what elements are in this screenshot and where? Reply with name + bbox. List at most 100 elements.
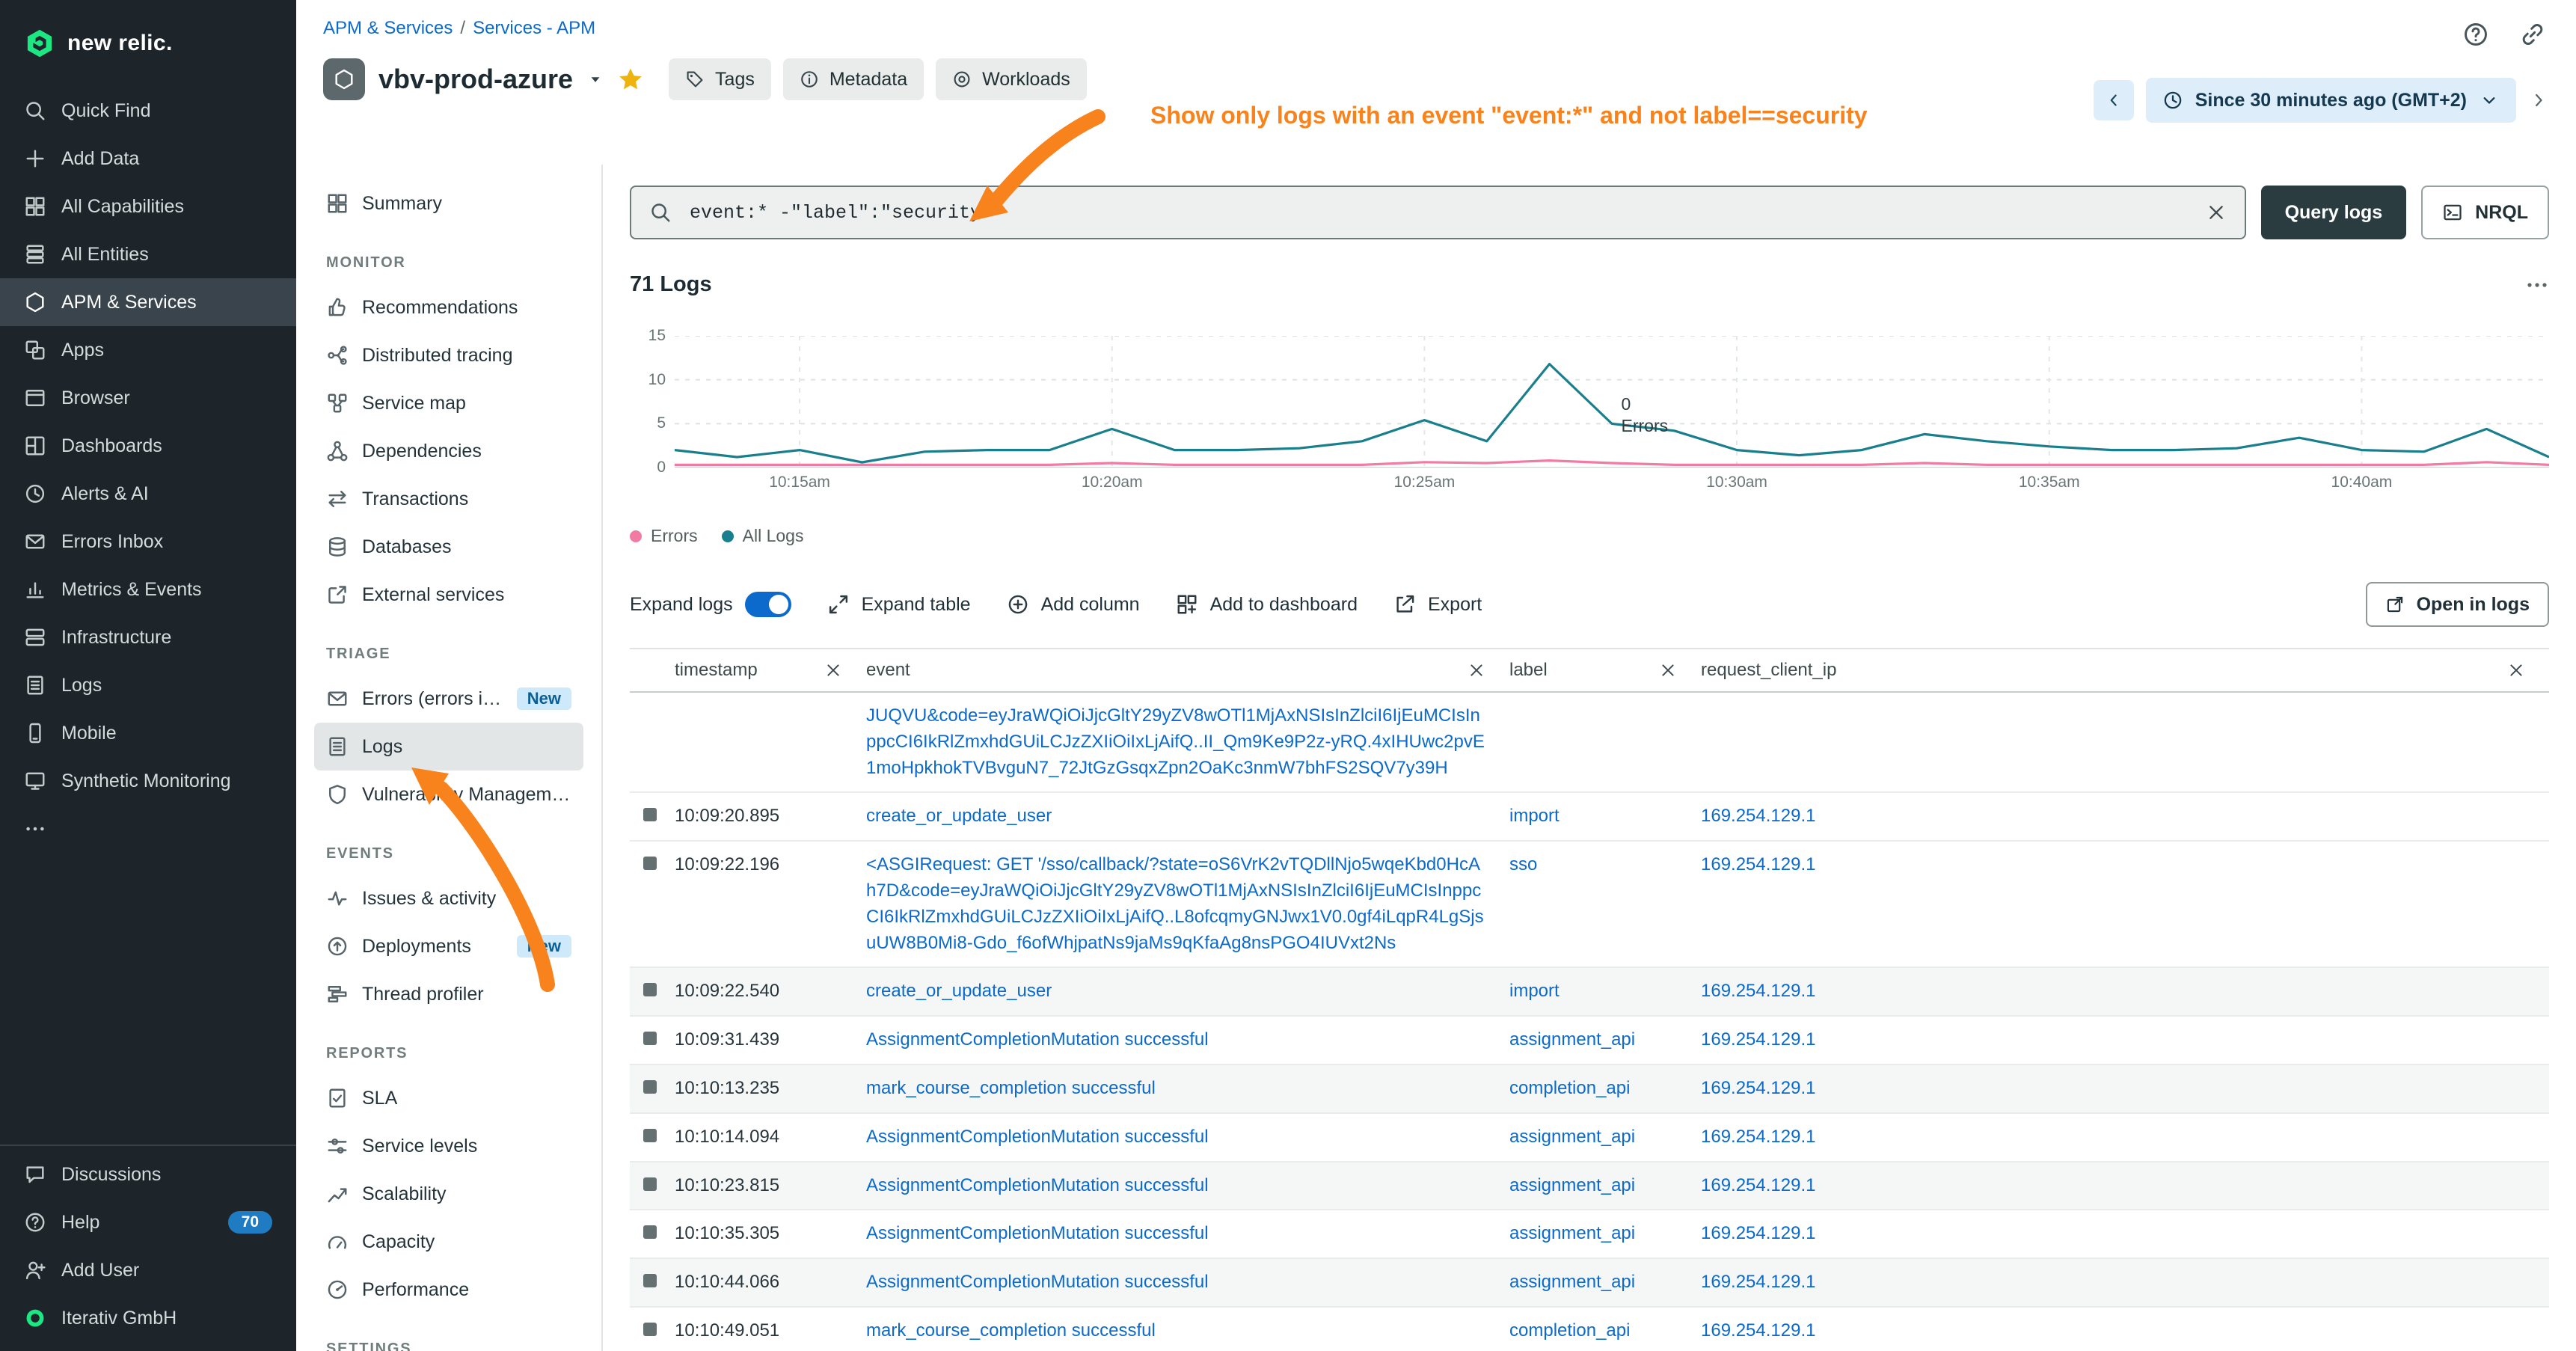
row-expand-handle[interactable] <box>643 808 657 821</box>
sidebar-item-browser[interactable]: Browser <box>0 374 296 422</box>
open-in-logs-button[interactable]: Open in logs <box>2366 582 2549 627</box>
row-expand-handle[interactable] <box>643 1032 657 1045</box>
ip-link[interactable]: 169.254.129.1 <box>1701 1078 1815 1098</box>
entity-nav-item-service-levels[interactable]: Service levels <box>314 1122 583 1170</box>
label-link[interactable]: import <box>1509 806 1560 826</box>
breadcrumb-link-services[interactable]: Services - APM <box>473 18 595 39</box>
sidebar-footer-item-discussions[interactable]: Discussions <box>0 1151 296 1198</box>
row-expand-handle[interactable] <box>643 1080 657 1094</box>
entity-nav-item-external-services[interactable]: External services <box>314 571 583 619</box>
label-link[interactable]: assignment_api <box>1509 1029 1635 1050</box>
entity-dropdown-caret-icon[interactable] <box>586 70 604 88</box>
tags-button[interactable]: Tags <box>669 58 771 100</box>
remove-column-icon[interactable] <box>1468 661 1485 679</box>
sidebar-item-synthetic-monitoring[interactable]: Synthetic Monitoring <box>0 757 296 805</box>
label-link[interactable]: assignment_api <box>1509 1272 1635 1292</box>
event-link[interactable]: mark_course_completion successful <box>866 1320 1156 1341</box>
row-expand-handle[interactable] <box>643 857 657 870</box>
event-link[interactable]: <ASGIRequest: GET '/sso/callback/?state=… <box>866 854 1484 952</box>
sidebar-item-apm-services[interactable]: APM & Services <box>0 278 296 326</box>
label-link[interactable]: completion_api <box>1509 1078 1630 1098</box>
label-link[interactable]: assignment_api <box>1509 1223 1635 1243</box>
ip-link[interactable]: 169.254.129.1 <box>1701 1175 1815 1195</box>
sidebar-item-add-data[interactable]: Add Data <box>0 135 296 183</box>
event-link[interactable]: create_or_update_user <box>866 806 1052 826</box>
export-button[interactable]: Export <box>1393 593 1482 616</box>
help-circle-icon[interactable] <box>2462 21 2489 48</box>
clear-query-icon[interactable] <box>2206 202 2227 223</box>
row-expand-handle[interactable] <box>643 1177 657 1191</box>
ip-link[interactable]: 169.254.129.1 <box>1701 1320 1815 1341</box>
remove-column-icon[interactable] <box>1659 661 1677 679</box>
row-expand-handle[interactable] <box>643 1323 657 1336</box>
entity-nav-item-recommendations[interactable]: Recommendations <box>314 284 583 331</box>
label-link[interactable]: completion_api <box>1509 1320 1630 1341</box>
event-link[interactable]: AssignmentCompletionMutation successful <box>866 1175 1209 1195</box>
sidebar-item-all-entities[interactable]: All Entities <box>0 230 296 278</box>
ip-link[interactable]: 169.254.129.1 <box>1701 1223 1815 1243</box>
query-input-box[interactable] <box>630 186 2246 239</box>
sidebar-item-mobile[interactable]: Mobile <box>0 709 296 757</box>
table-row[interactable]: JUQVU&code=eyJraWQiOiJjcGltY29yZV8wOTl1M… <box>630 693 2549 793</box>
time-picker[interactable]: Since 30 minutes ago (GMT+2) <box>2146 78 2516 123</box>
table-row[interactable]: 10:09:22.196<ASGIRequest: GET '/sso/call… <box>630 842 2549 968</box>
remove-column-icon[interactable] <box>2507 661 2525 679</box>
sidebar-item-infrastructure[interactable]: Infrastructure <box>0 613 296 661</box>
table-row[interactable]: 10:09:22.540create_or_update_userimport1… <box>630 968 2549 1017</box>
nrql-button[interactable]: NRQL <box>2421 186 2549 239</box>
entity-nav-item-capacity[interactable]: Capacity <box>314 1218 583 1266</box>
table-row[interactable]: 10:10:14.094AssignmentCompletionMutation… <box>630 1114 2549 1162</box>
entity-nav-item-issues-activity[interactable]: Issues & activity <box>314 874 583 922</box>
sidebar-item-metrics-events[interactable]: Metrics & Events <box>0 566 296 613</box>
table-row[interactable]: 10:10:44.066AssignmentCompletionMutation… <box>630 1259 2549 1308</box>
event-link[interactable]: AssignmentCompletionMutation successful <box>866 1223 1209 1243</box>
ip-link[interactable]: 169.254.129.1 <box>1701 854 1815 874</box>
legend-item-errors[interactable]: Errors <box>630 526 698 546</box>
table-row[interactable]: 10:09:31.439AssignmentCompletionMutation… <box>630 1017 2549 1065</box>
ip-link[interactable]: 169.254.129.1 <box>1701 1029 1815 1050</box>
sidebar-item-apps[interactable]: Apps <box>0 326 296 374</box>
event-link[interactable]: AssignmentCompletionMutation successful <box>866 1127 1209 1147</box>
expand-table-button[interactable]: Expand table <box>827 593 971 616</box>
entity-nav-item-service-map[interactable]: Service map <box>314 379 583 427</box>
event-link[interactable]: JUQVU&code=eyJraWQiOiJjcGltY29yZV8wOTl1M… <box>866 705 1485 778</box>
workloads-button[interactable]: Workloads <box>936 58 1087 100</box>
new-relic-logo[interactable]: new relic. <box>0 0 296 87</box>
row-expand-handle[interactable] <box>643 1225 657 1239</box>
add-to-dashboard-button[interactable]: Add to dashboard <box>1176 593 1358 616</box>
table-row[interactable]: 10:10:35.305AssignmentCompletionMutation… <box>630 1210 2549 1259</box>
sidebar-footer-item-help[interactable]: Help70 <box>0 1198 296 1246</box>
entity-nav-item-sla[interactable]: SLA <box>314 1074 583 1122</box>
entity-nav-item-logs[interactable]: Logs <box>314 723 583 771</box>
table-row[interactable]: 10:10:23.815AssignmentCompletionMutation… <box>630 1162 2549 1211</box>
favorite-star-icon[interactable] <box>618 67 643 92</box>
expand-logs-toggle[interactable] <box>745 592 791 617</box>
label-link[interactable]: assignment_api <box>1509 1127 1635 1147</box>
event-link[interactable]: AssignmentCompletionMutation successful <box>866 1272 1209 1292</box>
sidebar-footer-item-add-user[interactable]: Add User <box>0 1246 296 1294</box>
entity-nav-item-deployments[interactable]: DeploymentsNew <box>314 922 583 970</box>
entity-nav-item-databases[interactable]: Databases <box>314 523 583 571</box>
time-back-button[interactable] <box>2094 80 2134 120</box>
entity-nav-item-transactions[interactable]: Transactions <box>314 475 583 523</box>
query-input[interactable] <box>687 200 2191 225</box>
table-row[interactable]: 10:10:49.051mark_course_completion succe… <box>630 1308 2549 1351</box>
sidebar-item-logs[interactable]: Logs <box>0 661 296 709</box>
entity-nav-item-summary[interactable]: Summary <box>314 180 583 227</box>
entity-nav-item-thread-profiler[interactable]: Thread profiler <box>314 970 583 1018</box>
entity-nav-item-scalability[interactable]: Scalability <box>314 1170 583 1218</box>
legend-item-all-logs[interactable]: All Logs <box>722 526 804 546</box>
ip-link[interactable]: 169.254.129.1 <box>1701 981 1815 1001</box>
sidebar-item-dashboards[interactable]: Dashboards <box>0 422 296 470</box>
event-link[interactable]: mark_course_completion successful <box>866 1078 1156 1098</box>
label-link[interactable]: import <box>1509 981 1560 1001</box>
ip-link[interactable]: 169.254.129.1 <box>1701 1127 1815 1147</box>
ip-link[interactable]: 169.254.129.1 <box>1701 806 1815 826</box>
chart-menu-icon[interactable] <box>2525 273 2549 297</box>
remove-column-icon[interactable] <box>824 661 842 679</box>
entity-nav-item-vulnerability-management[interactable]: Vulnerability Management <box>314 771 583 818</box>
row-expand-handle[interactable] <box>643 983 657 996</box>
row-expand-handle[interactable] <box>643 1274 657 1287</box>
entity-nav-item-dependencies[interactable]: Dependencies <box>314 427 583 475</box>
ip-link[interactable]: 169.254.129.1 <box>1701 1272 1815 1292</box>
